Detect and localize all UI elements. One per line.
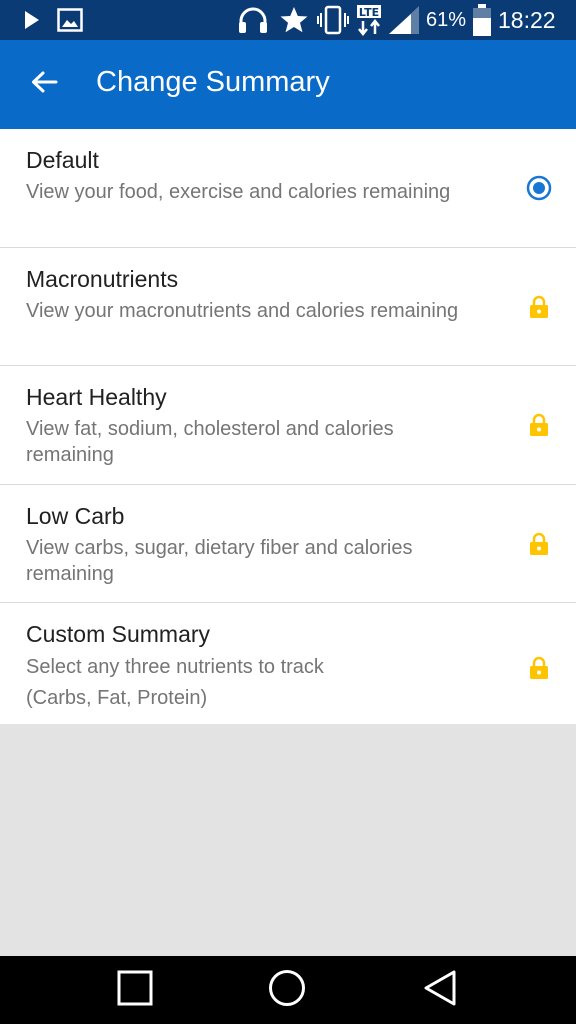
- clock: 18:22: [498, 6, 556, 33]
- signal-icon: [386, 4, 422, 36]
- option-description: View your macronutrients and calories re…: [26, 299, 459, 322]
- recents-button[interactable]: [105, 964, 165, 1016]
- arrow-left-icon: [30, 70, 58, 99]
- navigation-bar: [0, 956, 576, 1024]
- summary-options-list: Default View your food, exercise and cal…: [0, 129, 576, 724]
- option-description: Select any three nutrients to track (Car…: [26, 656, 324, 709]
- back-nav-button[interactable]: [410, 964, 470, 1016]
- option-custom-summary[interactable]: Custom Summary Select any three nutrient…: [0, 603, 576, 724]
- vibrate-icon: [316, 5, 350, 35]
- option-description: View carbs, sugar, dietary fiber and cal…: [26, 536, 413, 585]
- option-low-carb[interactable]: Low Carb View carbs, sugar, dietary fibe…: [0, 485, 576, 603]
- home-button[interactable]: [257, 964, 317, 1016]
- home-circle-icon: [268, 969, 306, 1012]
- page-title: Change Summary: [96, 66, 330, 98]
- option-title: Default: [26, 147, 99, 173]
- option-description: View your food, exercise and calories re…: [26, 181, 451, 203]
- option-macronutrients[interactable]: Macronutrients View your macronutrients …: [0, 248, 576, 366]
- app-bar: Change Summary: [0, 40, 576, 129]
- headphones-icon: [236, 5, 270, 35]
- star-icon: [278, 4, 310, 36]
- option-title: Heart Healthy: [26, 384, 167, 410]
- empty-area: [0, 724, 576, 956]
- back-triangle-icon: [422, 970, 458, 1011]
- option-default[interactable]: Default View your food, exercise and cal…: [0, 129, 576, 248]
- lock-icon: [524, 529, 554, 559]
- battery-percent: 61%: [426, 8, 467, 31]
- option-title: Custom Summary: [26, 621, 211, 647]
- status-bar: LTE 61% 18:22: [0, 0, 576, 40]
- battery-icon: [470, 3, 494, 37]
- image-icon: [56, 6, 84, 34]
- svg-text:LTE: LTE: [359, 6, 379, 19]
- play-icon: [20, 8, 44, 32]
- lte-data-icon: LTE: [355, 4, 383, 36]
- option-title: Macronutrients: [26, 265, 179, 292]
- lock-icon: [524, 292, 554, 322]
- option-heart-healthy[interactable]: Heart Healthy View fat, sodium, choleste…: [0, 366, 576, 485]
- back-button[interactable]: [20, 60, 68, 108]
- radio-selected-icon[interactable]: [524, 173, 554, 203]
- recents-square-icon: [117, 970, 153, 1011]
- option-title: Low Carb: [26, 502, 125, 529]
- option-description: View fat, sodium, cholesterol and calori…: [26, 418, 394, 466]
- lock-icon: [524, 410, 554, 440]
- lock-icon: [524, 653, 554, 683]
